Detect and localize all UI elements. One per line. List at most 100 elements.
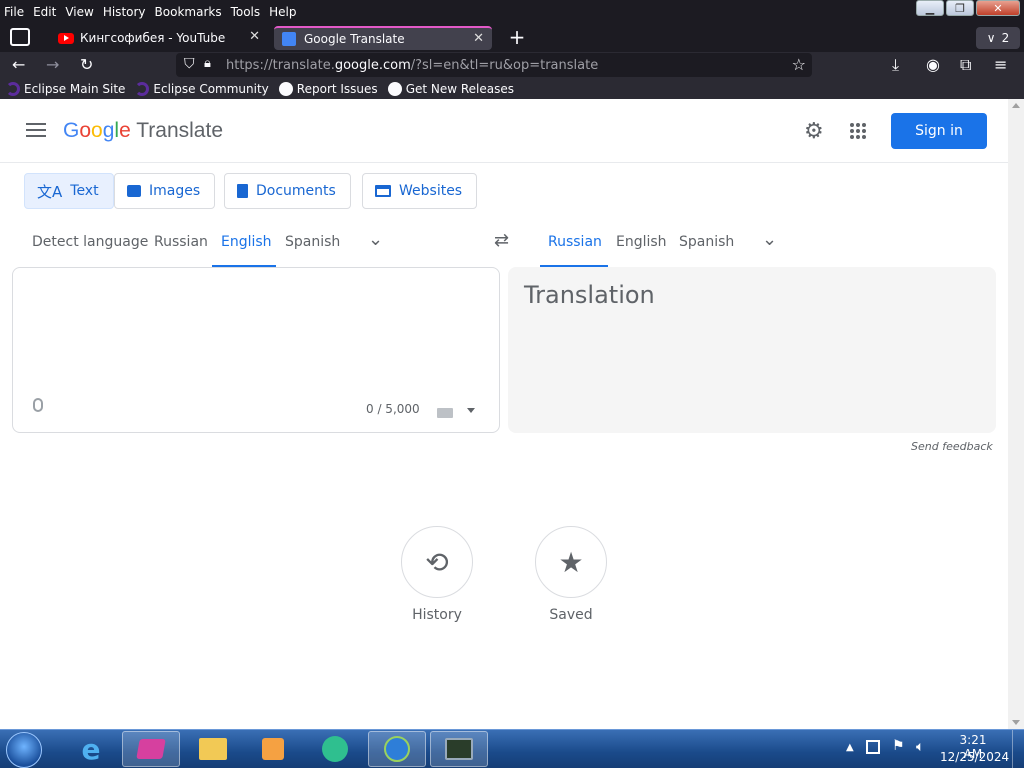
lock-icon[interactable]: 🔒︎ xyxy=(204,56,211,71)
source-lang-english[interactable]: English xyxy=(221,234,272,250)
tab-google-translate[interactable]: Google Translate ✕ xyxy=(274,26,492,50)
taskbar-media-player[interactable] xyxy=(244,731,302,767)
taskbar-app-green[interactable] xyxy=(306,731,364,767)
mode-text-button[interactable]: 文A Text xyxy=(24,173,114,209)
source-text-area[interactable]: 0 / 5,000 xyxy=(12,267,500,433)
bookmark-eclipse-community[interactable]: Eclipse Community xyxy=(135,81,269,96)
media-player-icon xyxy=(262,738,284,760)
bookmark-label: Get New Releases xyxy=(405,81,515,96)
bookmark-get-new-releases[interactable]: Get New Releases xyxy=(387,81,515,96)
target-lang-russian[interactable]: Russian xyxy=(548,234,602,250)
app-icon xyxy=(322,736,348,762)
sign-in-button[interactable]: Sign in xyxy=(891,113,987,149)
send-feedback-link[interactable]: Send feedback xyxy=(911,440,993,453)
source-lang-spanish[interactable]: Spanish xyxy=(285,234,340,250)
menu-file[interactable]: File xyxy=(4,5,24,19)
target-more-languages-chevron-icon[interactable]: ⌄ xyxy=(762,229,777,250)
menu-history[interactable]: History xyxy=(103,5,146,19)
app-icon xyxy=(136,739,166,759)
close-tab-icon[interactable]: ✕ xyxy=(249,29,260,44)
reload-icon[interactable]: ↻ xyxy=(80,55,93,74)
list-all-tabs-button[interactable]: ∨ 2 xyxy=(976,27,1020,49)
swap-languages-icon[interactable]: ⇄ xyxy=(494,230,509,251)
terminal-icon xyxy=(445,738,473,760)
bookmark-report-issues[interactable]: Report Issues xyxy=(278,81,378,96)
keyboard-dropdown-icon[interactable] xyxy=(467,408,475,413)
mode-label: Documents xyxy=(256,183,336,199)
tab-title: Кингсофибея - YouTube xyxy=(80,31,226,45)
menu-bookmarks[interactable]: Bookmarks xyxy=(155,5,222,19)
windows-taskbar: e ▲ ⚑ 🔈︎ 3:21 AM 12/25/2024 xyxy=(0,729,1024,769)
menu-edit[interactable]: Edit xyxy=(33,5,56,19)
mode-label: Images xyxy=(149,183,201,199)
google-translate-logo[interactable]: Google Translate xyxy=(63,119,223,143)
action-center-flag-icon[interactable]: ⚑ xyxy=(892,738,905,754)
product-name: Translate xyxy=(136,119,223,142)
scroll-down-icon[interactable] xyxy=(1012,720,1020,725)
navigation-toolbar: ← → ↻ ⛉ 🔒︎ https://translate. google.com /… xyxy=(0,52,1024,78)
tracking-protection-icon[interactable]: ⛉ xyxy=(184,56,195,72)
target-lang-spanish[interactable]: Spanish xyxy=(679,234,734,250)
bookmark-eclipse-main[interactable]: Eclipse Main Site xyxy=(6,81,126,96)
menu-help[interactable]: Help xyxy=(269,5,296,19)
taskbar-terminal[interactable] xyxy=(430,731,488,767)
chevron-down-icon: ∨ xyxy=(986,31,996,45)
downloads-icon[interactable]: ⤓ xyxy=(892,55,899,75)
history-icon: ⟲ xyxy=(425,545,449,579)
url-bar[interactable]: ⛉ 🔒︎ https://translate. google.com/?sl=en… xyxy=(176,53,812,77)
mode-images-button[interactable]: Images xyxy=(114,173,216,209)
bookmark-star-icon[interactable]: ☆ xyxy=(792,55,806,74)
page-scrollbar[interactable] xyxy=(1008,99,1024,729)
history-button[interactable]: ⟲ xyxy=(401,526,473,598)
extensions-icon[interactable]: ⧉ xyxy=(960,55,971,75)
menu-view[interactable]: View xyxy=(65,5,93,19)
source-more-languages-chevron-icon[interactable]: ⌄ xyxy=(368,229,383,250)
saved-button[interactable]: ★ xyxy=(535,526,607,598)
menu-tools[interactable]: Tools xyxy=(231,5,261,19)
taskbar-eclipse-app[interactable] xyxy=(122,731,180,767)
history-label: History xyxy=(412,607,462,623)
tab-bar: Кингсофибея - YouTube ✕ Google Translate… xyxy=(0,24,1024,52)
tab-title: Google Translate xyxy=(304,32,405,46)
scroll-up-icon[interactable] xyxy=(1012,103,1020,108)
microphone-icon[interactable] xyxy=(33,398,43,412)
restore-button[interactable]: ❐ xyxy=(946,0,974,16)
source-lang-russian[interactable]: Russian xyxy=(154,234,208,250)
volume-muted-icon[interactable]: 🔈︎ xyxy=(916,739,924,755)
mode-websites-button[interactable]: Websites xyxy=(362,173,478,209)
show-desktop-button[interactable] xyxy=(1012,730,1024,769)
new-tab-button[interactable]: + xyxy=(506,26,528,48)
close-tab-icon[interactable]: ✕ xyxy=(473,31,484,46)
url-domain: google.com xyxy=(334,57,411,73)
settings-gear-icon[interactable]: ⚙ xyxy=(804,119,824,144)
internet-explorer-icon: e xyxy=(81,732,101,766)
translation-output-area: Translation xyxy=(508,267,996,433)
start-button[interactable] xyxy=(6,732,42,768)
firefox-view-icon[interactable] xyxy=(10,28,30,46)
github-icon xyxy=(278,81,293,96)
bookmark-label: Eclipse Main Site xyxy=(24,81,126,96)
account-icon[interactable]: ◉ xyxy=(926,55,940,74)
bookmark-label: Report Issues xyxy=(296,81,378,96)
apps-grid-icon[interactable] xyxy=(850,123,866,139)
mode-documents-button[interactable]: Documents xyxy=(224,173,351,209)
clock-date[interactable]: 12/25/2024 xyxy=(940,750,1009,764)
forward-icon[interactable]: → xyxy=(46,55,59,74)
main-menu-icon[interactable] xyxy=(26,123,46,137)
taskbar-firefox[interactable] xyxy=(368,731,426,767)
back-icon[interactable]: ← xyxy=(12,55,25,74)
hamburger-menu-icon[interactable]: ≡ xyxy=(994,55,1007,74)
taskbar-internet-explorer[interactable]: e xyxy=(62,731,120,767)
url-suffix: /?sl=en&tl=ru&op=translate xyxy=(410,57,599,73)
show-hidden-icons-icon[interactable]: ▲ xyxy=(846,742,854,753)
character-count: 0 / 5,000 xyxy=(366,402,420,416)
keyboard-icon[interactable] xyxy=(437,408,453,418)
network-icon[interactable] xyxy=(866,740,880,754)
target-lang-english[interactable]: English xyxy=(616,234,667,250)
source-lang-detect[interactable]: Detect language xyxy=(32,234,148,250)
close-window-button[interactable]: ✕ xyxy=(976,0,1020,16)
taskbar-file-explorer[interactable] xyxy=(184,731,242,767)
tab-youtube[interactable]: Кингсофибея - YouTube ✕ xyxy=(50,26,268,50)
minimize-button[interactable]: ▁ xyxy=(916,0,944,16)
folder-icon xyxy=(199,738,227,760)
